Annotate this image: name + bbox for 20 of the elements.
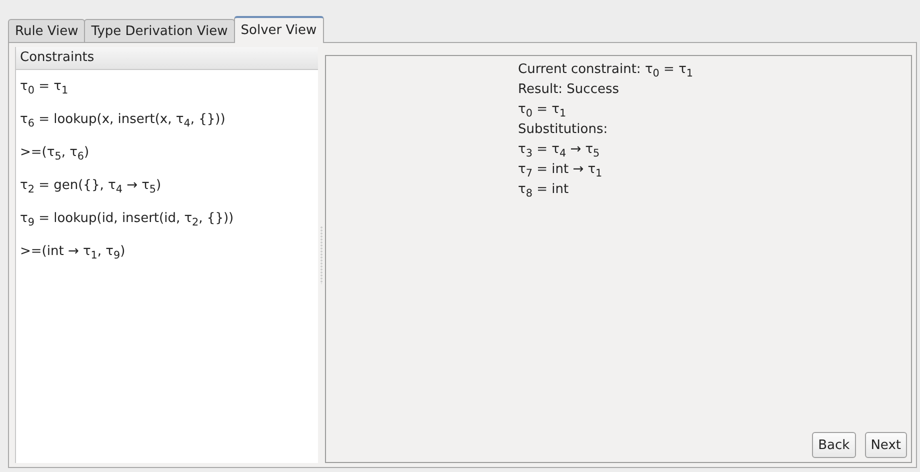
- tab[interactable]: Type Derivation View: [84, 19, 235, 43]
- step-button[interactable]: Back: [812, 432, 856, 458]
- solver-text: Result: Success: [518, 81, 620, 99]
- constraint-item[interactable]: τ$_{0}$ = τ$_{1}$: [16, 70, 318, 103]
- constraint-item[interactable]: τ$_{6}$ = lookup(x, insert(x, τ$_{4}$, {})): [16, 103, 318, 136]
- solver-text: τ$_{7}$ = int → τ$_{1}$: [518, 161, 604, 180]
- tab[interactable]: Solver View: [234, 16, 324, 43]
- step-button[interactable]: Next: [864, 432, 907, 458]
- tab[interactable]: Rule View: [8, 19, 86, 43]
- constraint-item[interactable]: τ$_{2}$ = gen({}, τ$_{4}$ → τ$_{5}$): [16, 169, 318, 202]
- splitter-handle[interactable]: [320, 226, 323, 284]
- solver-text: τ$_{0}$ = τ$_{1}$: [518, 101, 568, 120]
- solver-text: τ$_{8}$ = int: [518, 181, 570, 200]
- constraint-item[interactable]: >=(τ$_{5}$, τ$_{6}$): [16, 136, 318, 169]
- constraint-item[interactable]: τ$_{9}$ = lookup(id, insert(id, τ$_{2}$, {})): [16, 202, 318, 235]
- solver-text: Current constraint: τ$_{0}$ = τ$_{1}$: [518, 61, 694, 80]
- list-header: Constraints: [16, 47, 318, 70]
- constraint-item[interactable]: >=(int → τ$_{1}$, τ$_{9}$): [16, 235, 318, 268]
- solver-text: τ$_{3}$ = τ$_{4}$ → τ$_{5}$: [518, 141, 601, 160]
- solver-text: Substitutions:: [518, 121, 609, 139]
